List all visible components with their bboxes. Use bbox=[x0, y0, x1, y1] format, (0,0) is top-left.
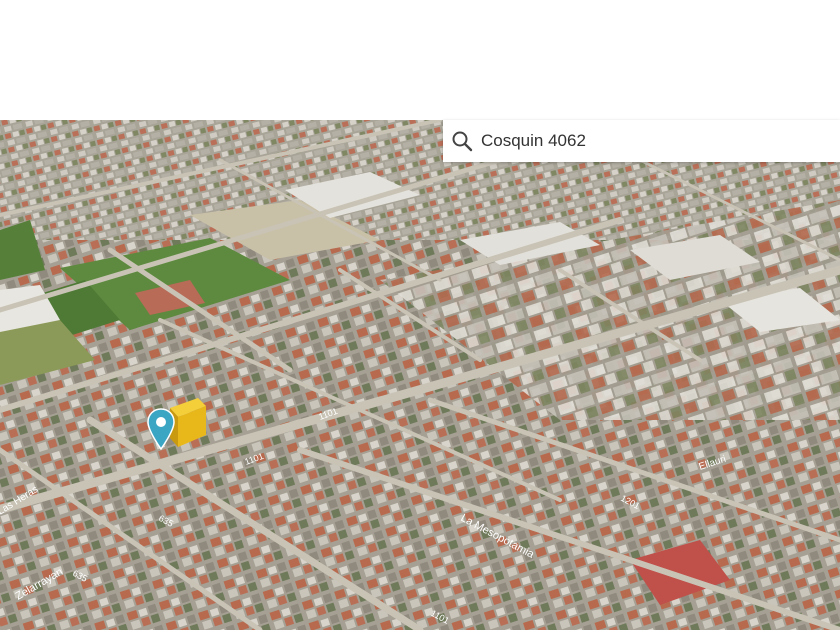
search-bar[interactable]: Cosquin 4062 bbox=[443, 120, 840, 162]
map-canvas[interactable]: Zelarrayan La Mesopotamia Ellauri Las He… bbox=[0, 120, 840, 630]
search-input[interactable]: Cosquin 4062 bbox=[481, 131, 586, 151]
location-pin-icon[interactable] bbox=[147, 408, 175, 450]
aerial-map-view[interactable]: Zelarrayan La Mesopotamia Ellauri Las He… bbox=[0, 120, 840, 630]
search-icon[interactable] bbox=[451, 130, 473, 152]
top-blank-area bbox=[0, 0, 840, 120]
